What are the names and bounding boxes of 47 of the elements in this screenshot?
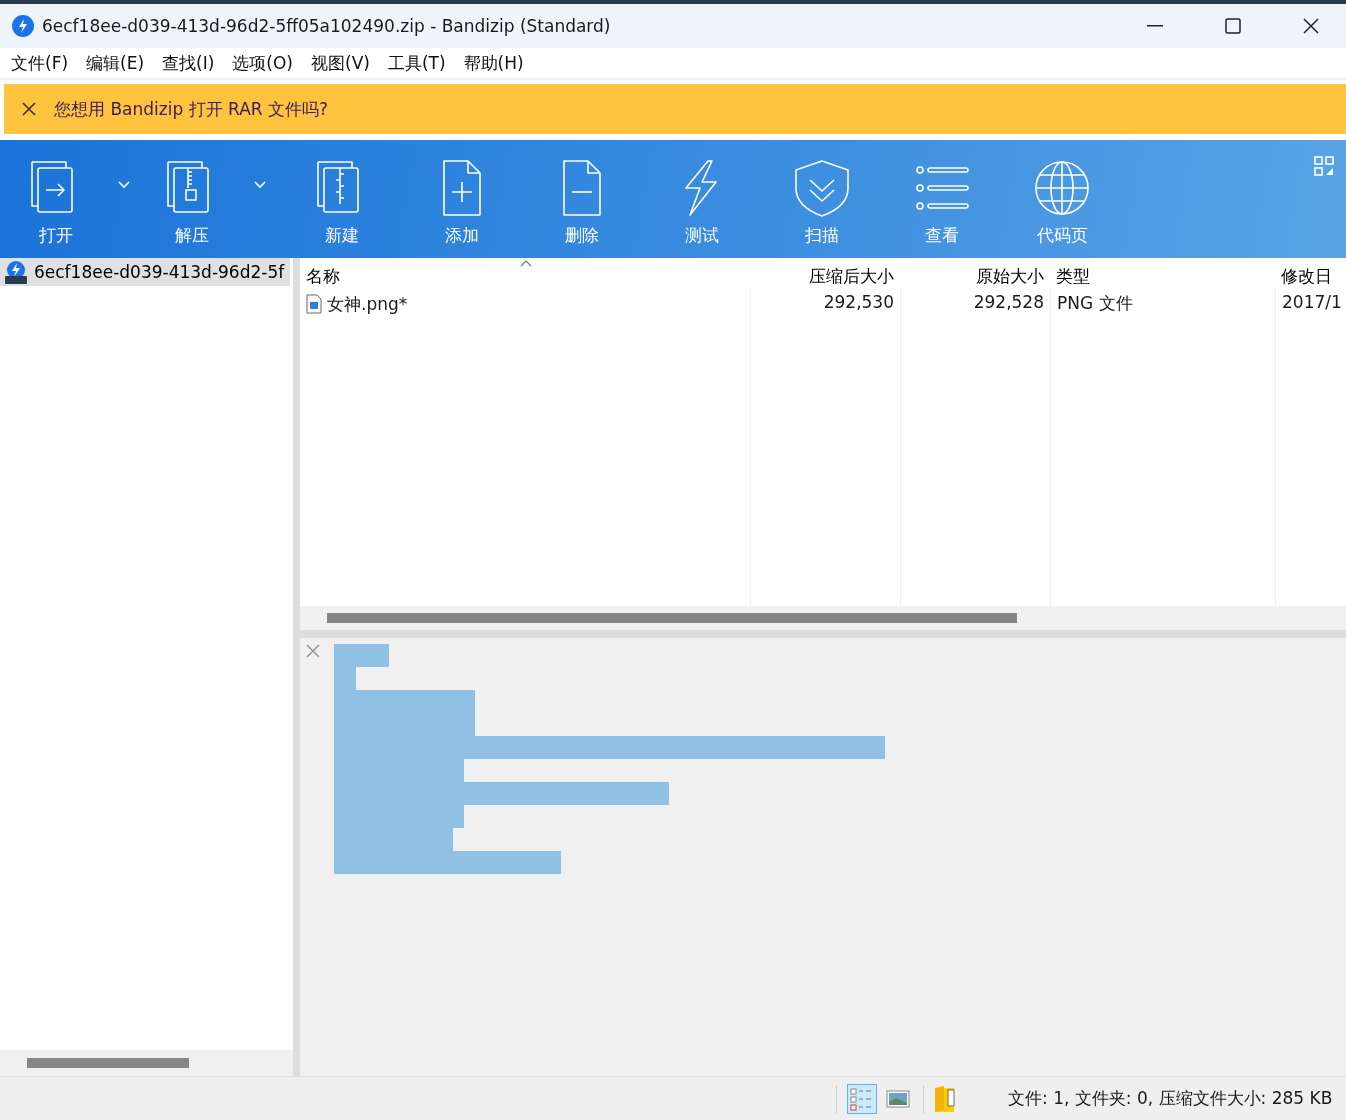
window-title: 6ecf18ee-d039-413d-96d2-5ff05a102490.zip - Bandizip (Standard)	[42, 16, 612, 36]
menu-item[interactable]: 帮助(H)	[456, 51, 535, 75]
app-logo-icon	[12, 15, 34, 37]
close-icon	[306, 644, 320, 658]
menu-item[interactable]: 视图(V)	[304, 51, 381, 75]
column-header[interactable]: 类型	[1050, 258, 1275, 288]
menu-item[interactable]: 查找(I)	[155, 51, 226, 75]
chevron-down-icon	[254, 181, 266, 189]
layout-grid-icon[interactable]	[1314, 156, 1334, 176]
table-cell: 292,528	[900, 288, 1050, 316]
column-header[interactable]: 压缩后大小	[750, 258, 900, 288]
column-header[interactable]: 名称	[300, 258, 750, 288]
toolbar-button[interactable]: 测试	[652, 140, 752, 252]
view-toggle-button[interactable]	[847, 1083, 877, 1114]
chevron-down-icon	[118, 181, 130, 189]
table-cell: 2017/1	[1275, 288, 1346, 316]
close-preview-button[interactable]	[306, 644, 320, 658]
image-file-icon	[306, 294, 322, 314]
toolbar-button[interactable]: 解压	[156, 140, 228, 252]
globe-icon	[1032, 158, 1092, 218]
minimize-icon	[1147, 25, 1163, 27]
column-header[interactable]: 修改日	[1275, 258, 1346, 288]
sort-ascending-icon	[520, 260, 532, 267]
close-icon[interactable]	[22, 102, 36, 116]
table-cell: 292,530	[750, 288, 900, 316]
scrollbar-thumb[interactable]	[27, 1058, 189, 1068]
tree-item[interactable]: 6ecf18ee-d039-413d-96d2-5f	[0, 258, 291, 286]
toolbar-button[interactable]: 删除	[532, 140, 632, 252]
toolbar-button[interactable]: 新建	[292, 140, 392, 252]
menu-item[interactable]: 选项(O)	[225, 51, 304, 75]
maximize-icon	[1225, 18, 1241, 34]
zip-archive-icon	[4, 260, 28, 284]
close-icon	[1303, 18, 1319, 34]
shield-check-icon	[792, 158, 852, 218]
details-view-icon	[850, 1086, 874, 1111]
table-cell: PNG 文件	[1050, 288, 1275, 316]
toolbar-button[interactable]: 添加	[412, 140, 512, 252]
menu-item[interactable]: 工具(T)	[380, 51, 457, 75]
menu-item[interactable]: 文件(F)	[4, 51, 80, 75]
file-name[interactable]: 女神.png*	[327, 292, 408, 316]
column-header[interactable]: 原始大小	[900, 258, 1050, 288]
toolbar-button[interactable]: 打开	[20, 140, 92, 252]
menu-item[interactable]: 编辑(E)	[79, 51, 156, 75]
archive-folder-icon[interactable]	[934, 1084, 958, 1113]
notice-message: 您想用 Bandizip 打开 RAR 文件吗?	[54, 97, 328, 121]
scrollbar-thumb[interactable]	[327, 613, 1017, 623]
status-text: 文件: 1, 文件夹: 0, 压缩文件大小: 285 KB	[1008, 1087, 1333, 1110]
